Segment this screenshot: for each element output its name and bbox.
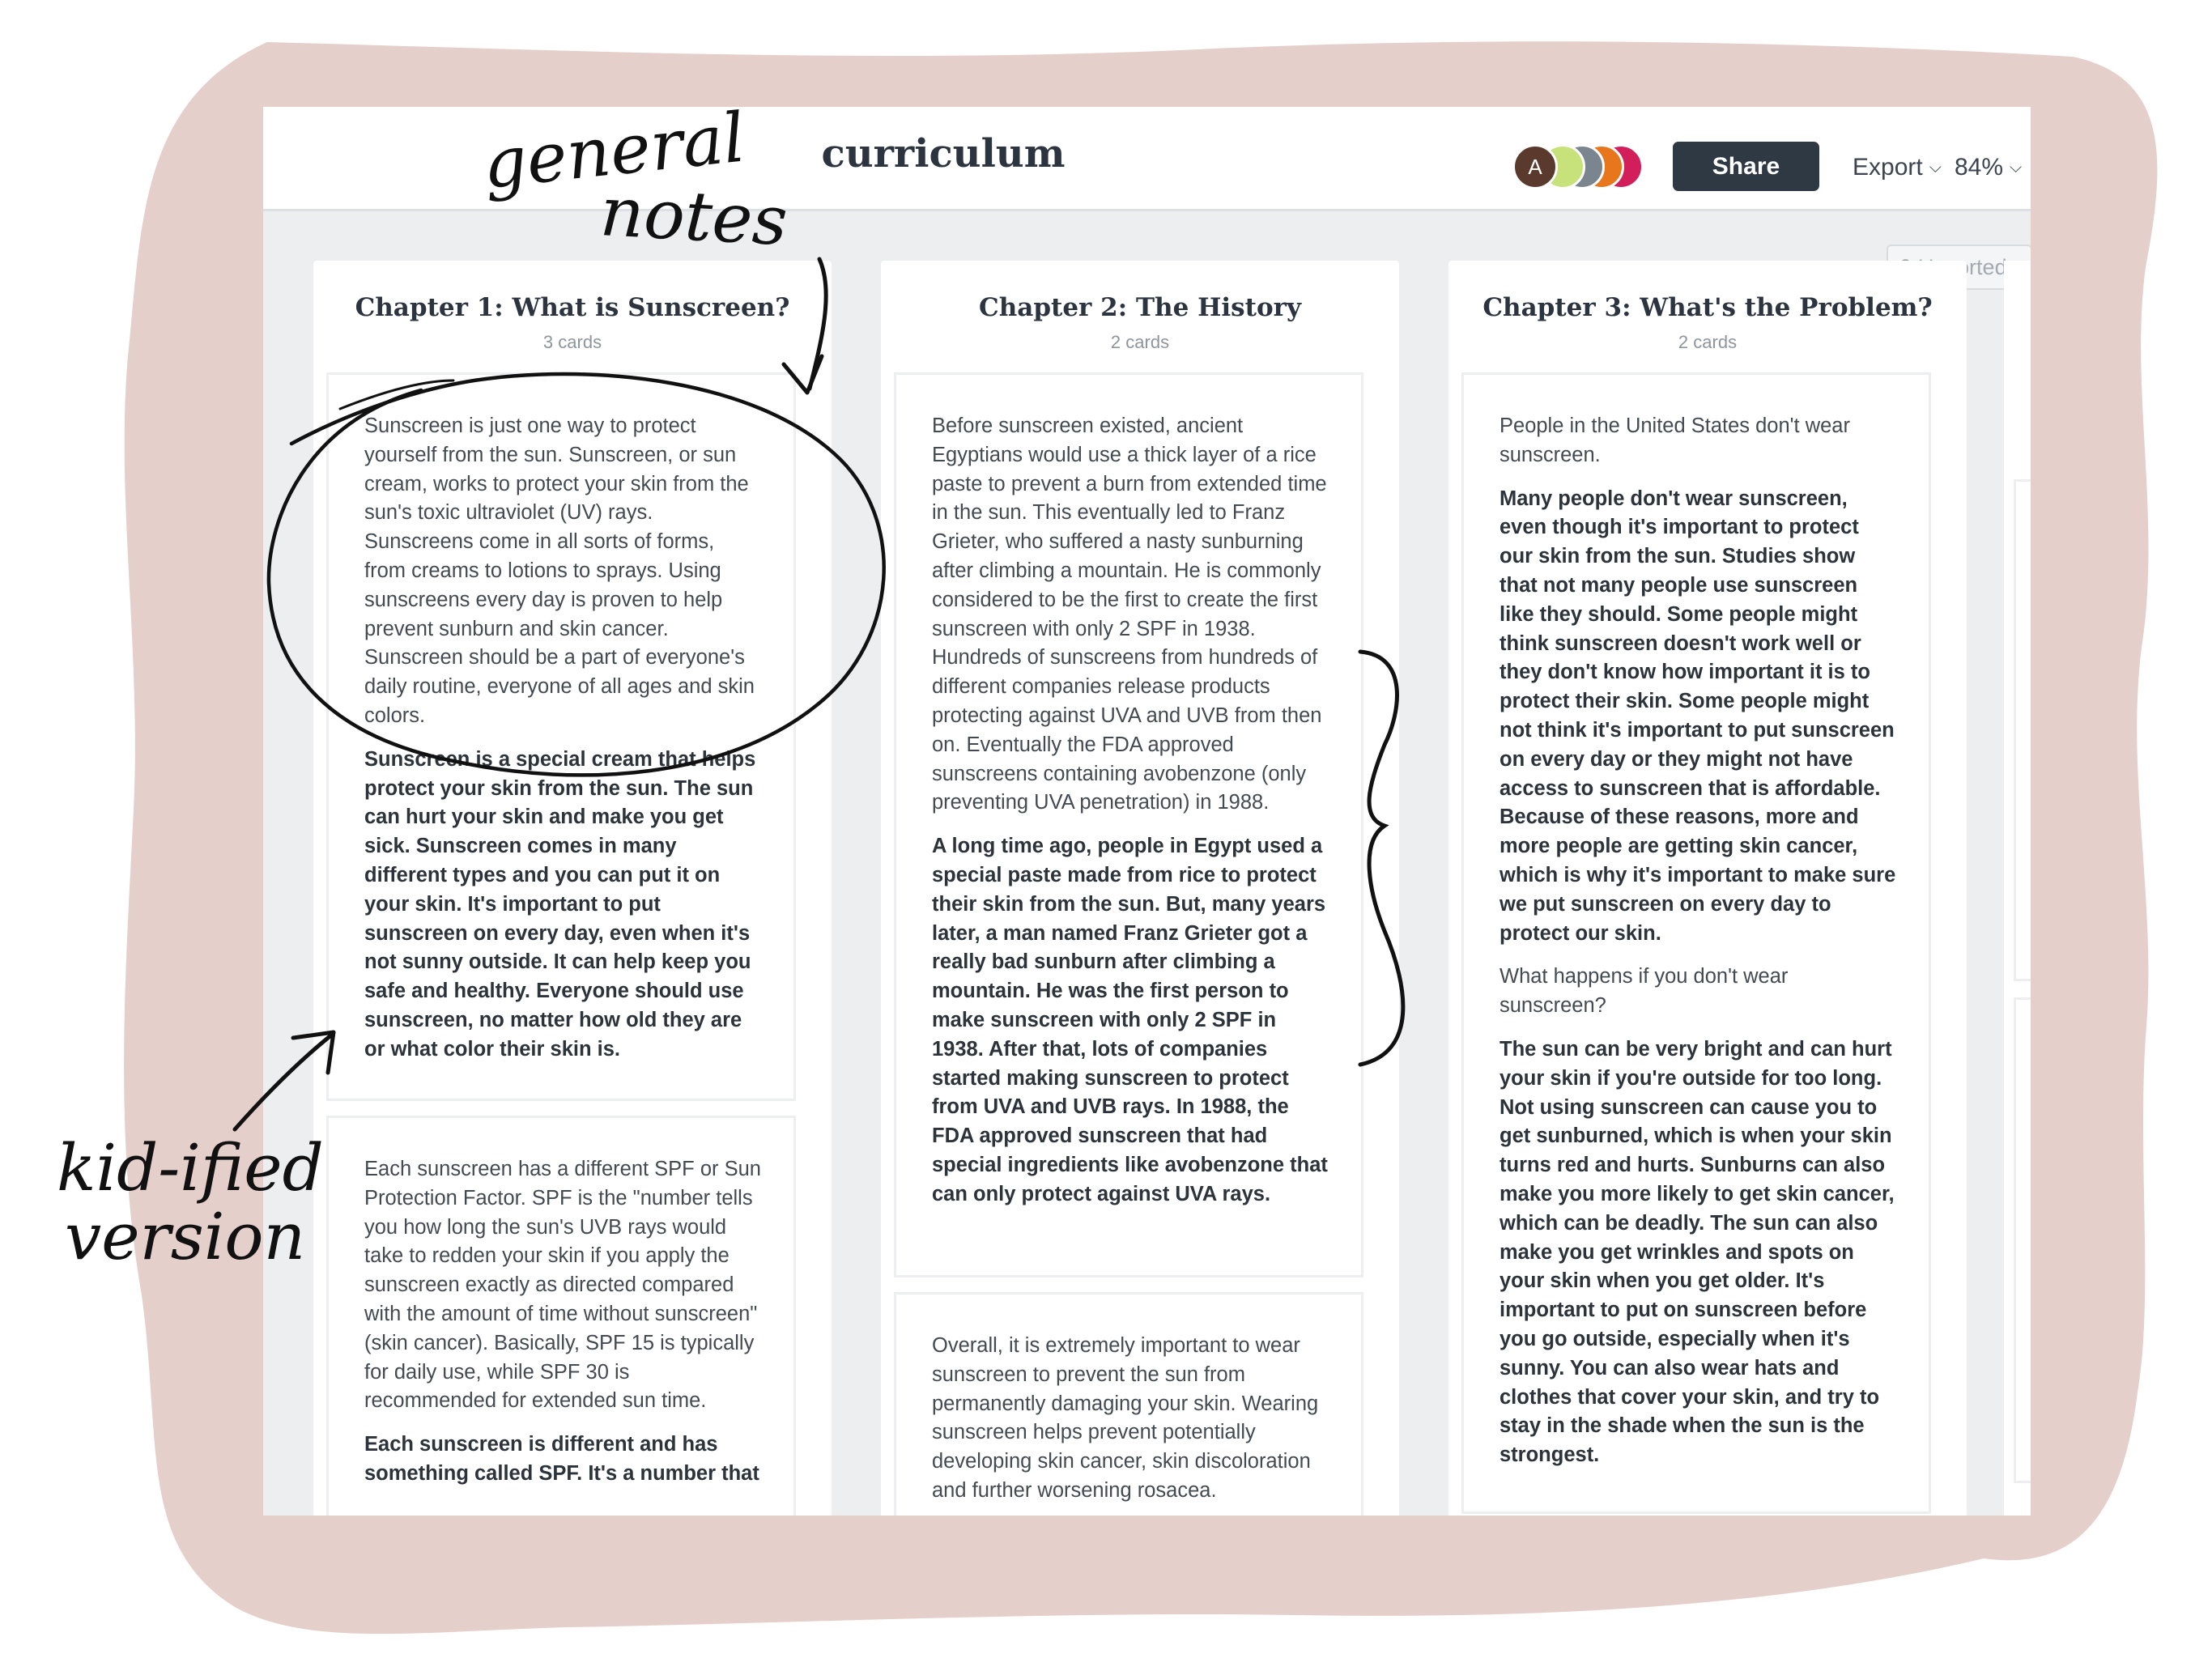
- card-paragraph: Overall, it is extremely important to we…: [932, 1334, 1319, 1502]
- card[interactable]: [2014, 479, 2031, 981]
- chapter-column[interactable]: Chapter 1: What is Sunscreen? 3 cards Su…: [313, 261, 832, 1516]
- avatar[interactable]: A: [1512, 144, 1558, 189]
- column-card-count: 2 cards: [1678, 332, 1738, 352]
- card-paragraph-kid-version: Sunscreen is a special cream that helps …: [364, 747, 756, 1061]
- zoom-menu-button[interactable]: 84% ⌵: [1955, 147, 2031, 188]
- app-window: curriculum A Share Export ⌵ 84% ⌵ 0 Unso…: [263, 107, 2031, 1516]
- card-paragraph-kid-version: Many people don't wear sunscreen, even t…: [1499, 487, 1896, 945]
- top-bar: curriculum A Share Export ⌵ 84% ⌵: [263, 107, 2031, 211]
- chapter-column-partial[interactable]: [2004, 261, 2031, 1516]
- document-title[interactable]: curriculum: [692, 131, 1194, 176]
- card[interactable]: Sunscreen is just one way to protect you…: [326, 372, 796, 1101]
- card-paragraph-kid-version: Each sunscreen is different and has some…: [364, 1433, 759, 1485]
- export-label: Export: [1853, 154, 1923, 181]
- export-menu-button[interactable]: Export ⌵: [1816, 147, 1978, 188]
- card[interactable]: [2014, 997, 2031, 1483]
- card[interactable]: Each sunscreen has a different SPF or Su…: [326, 1116, 796, 1516]
- chevron-down-icon: ⌵: [2010, 158, 2023, 176]
- collaborator-avatars[interactable]: A: [1512, 144, 1658, 193]
- column-title[interactable]: Chapter 3: What's the Problem?: [1448, 293, 1967, 322]
- card-paragraph: People in the United States don't wear s…: [1499, 414, 1850, 466]
- chevron-down-icon: ⌵: [1929, 158, 1942, 176]
- card[interactable]: People in the United States don't wear s…: [1461, 372, 1931, 1514]
- chapter-column[interactable]: Chapter 2: The History 2 cards Before su…: [881, 261, 1399, 1516]
- card-paragraph: Sunscreen is just one way to protect you…: [364, 414, 755, 727]
- column-title[interactable]: Chapter 1: What is Sunscreen?: [313, 293, 832, 322]
- column-card-count: 3 cards: [542, 332, 602, 352]
- card[interactable]: Overall, it is extremely important to we…: [894, 1292, 1363, 1516]
- zoom-level: 84%: [1955, 154, 2004, 181]
- card[interactable]: Before sunscreen existed, ancient Egypti…: [894, 372, 1363, 1278]
- chapter-column[interactable]: Chapter 3: What's the Problem? 2 cards P…: [1448, 261, 1967, 1516]
- column-card-count: 2 cards: [1110, 332, 1170, 352]
- share-button[interactable]: Share: [1673, 142, 1819, 191]
- column-title[interactable]: Chapter 2: The History: [881, 293, 1399, 322]
- card-paragraph: Each sunscreen has a different SPF or Su…: [364, 1158, 761, 1413]
- card-paragraph: Before sunscreen existed, ancient Egypti…: [932, 414, 1327, 814]
- card-paragraph-kid-version: A long time ago, people in Egypt used a …: [932, 835, 1328, 1205]
- card-paragraph: What happens if you don't wear sunscreen…: [1499, 965, 1789, 1018]
- card-paragraph-kid-version: The sun can be very bright and can hurt …: [1499, 1037, 1895, 1467]
